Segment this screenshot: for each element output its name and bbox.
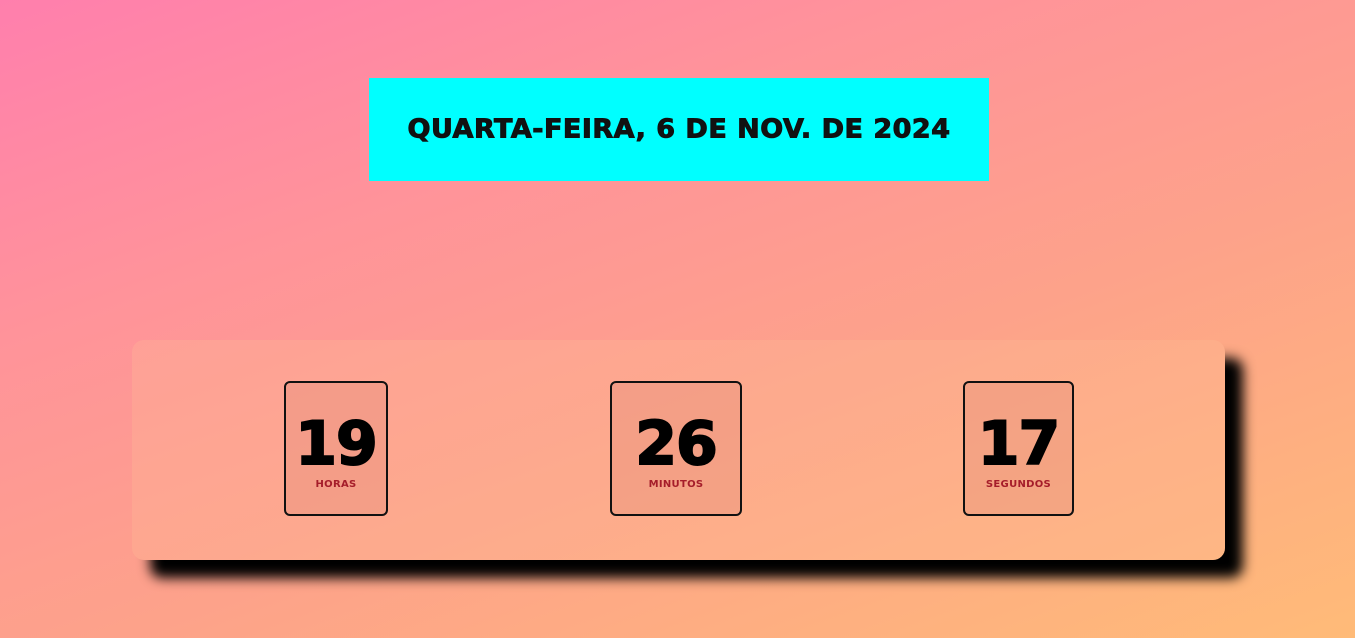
minutes-value: 26	[634, 409, 718, 479]
minutes-box: 26 MINUTOS	[610, 381, 742, 516]
hours-label: HORAS	[315, 479, 357, 490]
minutes-label: MINUTOS	[648, 479, 704, 490]
seconds-box: 17 SEGUNDOS	[963, 381, 1074, 516]
seconds-label: SEGUNDOS	[985, 479, 1052, 490]
seconds-value: 17	[977, 409, 1061, 479]
date-text: QUARTA-FEIRA, 6 DE NOV. DE 2024	[407, 114, 951, 145]
hours-value: 19	[294, 409, 378, 479]
hours-box: 19 HORAS	[284, 381, 388, 516]
date-banner: QUARTA-FEIRA, 6 DE NOV. DE 2024	[369, 78, 989, 181]
